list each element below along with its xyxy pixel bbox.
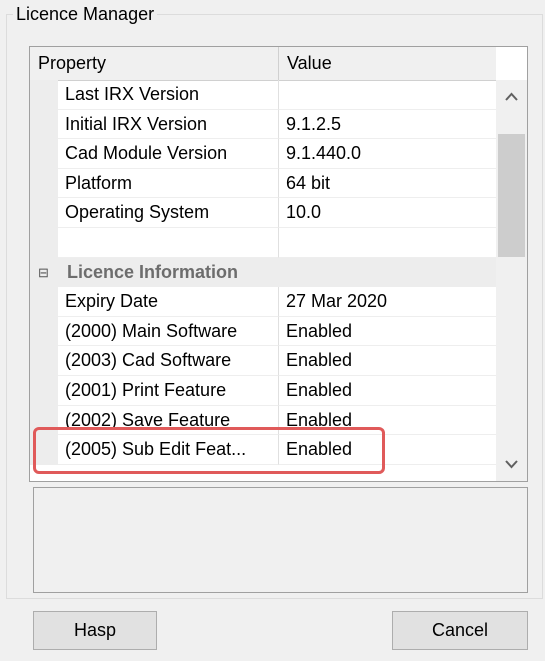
property-cell: (2005) Sub Edit Feat...	[58, 435, 279, 465]
property-cell: (2001) Print Feature	[58, 375, 279, 406]
value-cell: Enabled	[279, 406, 496, 436]
property-cell: (2002) Save Feature	[58, 405, 279, 436]
row-gutter	[30, 109, 58, 140]
value-cell: 9.1.440.0	[279, 139, 496, 169]
grid-row[interactable]: (2001) Print Feature Enabled	[30, 375, 496, 406]
property-cell: Operating System	[58, 198, 279, 228]
value-cell	[279, 228, 496, 258]
row-gutter	[30, 80, 58, 110]
row-gutter	[30, 227, 58, 258]
cancel-button[interactable]: Cancel	[392, 611, 528, 650]
chevron-up-icon[interactable]	[496, 80, 527, 113]
row-gutter	[30, 316, 58, 347]
grid-row[interactable]: (2003) Cad Software Enabled	[30, 346, 496, 376]
row-gutter	[30, 168, 58, 199]
grid-header: Property Value	[30, 47, 496, 81]
row-gutter	[30, 198, 58, 228]
grid-row[interactable]: (2000) Main Software Enabled	[30, 316, 496, 347]
value-cell: 10.0	[279, 198, 496, 228]
row-gutter	[30, 375, 58, 406]
property-cell: Initial IRX Version	[58, 109, 279, 140]
value-cell: 64 bit	[279, 169, 496, 199]
row-gutter	[30, 346, 58, 376]
value-cell: 9.1.2.5	[279, 110, 496, 140]
collapse-icon[interactable]: ⊟	[38, 258, 49, 287]
category-label: Licence Information	[67, 261, 239, 282]
grid-row-selected[interactable]: (2005) Sub Edit Feat... Enabled	[30, 435, 496, 465]
chevron-down-icon[interactable]	[496, 448, 527, 481]
grid-row[interactable]: Platform 64 bit	[30, 168, 496, 199]
property-cell: Platform	[58, 168, 279, 199]
property-cell: (2003) Cad Software	[58, 346, 279, 376]
grid-row[interactable]: Expiry Date 27 Mar 2020	[30, 287, 496, 317]
category-row-licence-information[interactable]: ⊟ Licence Information	[30, 257, 496, 288]
row-gutter	[30, 405, 58, 436]
grid-row[interactable]	[30, 227, 496, 258]
property-grid[interactable]: Property Value Last IRX Version Initial …	[29, 46, 528, 482]
row-gutter	[30, 139, 58, 169]
scrollbar-thumb[interactable]	[498, 134, 525, 257]
row-gutter	[30, 287, 58, 317]
value-cell: 27 Mar 2020	[279, 287, 496, 317]
value-cell: Enabled	[279, 376, 496, 406]
description-panel	[33, 487, 528, 593]
column-header-value[interactable]: Value	[279, 47, 496, 80]
group-title: Licence Manager	[13, 4, 158, 25]
property-cell: Cad Module Version	[58, 139, 279, 169]
grid-row[interactable]: Last IRX Version	[30, 80, 496, 110]
grid-row[interactable]: (2002) Save Feature Enabled	[30, 405, 496, 436]
grid-row[interactable]: Initial IRX Version 9.1.2.5	[30, 109, 496, 140]
grid-row[interactable]: Operating System 10.0	[30, 198, 496, 228]
grid-rows: Last IRX Version Initial IRX Version 9.1…	[30, 80, 496, 465]
hasp-button[interactable]: Hasp	[33, 611, 157, 650]
row-gutter	[30, 435, 58, 465]
property-cell: Expiry Date	[58, 287, 279, 317]
property-cell	[58, 227, 279, 258]
value-cell: Enabled	[279, 317, 496, 347]
grid-row[interactable]: Cad Module Version 9.1.440.0	[30, 139, 496, 169]
value-cell: Enabled	[279, 435, 496, 465]
property-cell: (2000) Main Software	[58, 316, 279, 347]
value-cell: Enabled	[279, 346, 496, 376]
vertical-scrollbar[interactable]	[496, 80, 527, 481]
property-cell: Last IRX Version	[58, 80, 279, 110]
value-cell	[279, 80, 496, 110]
column-header-property[interactable]: Property	[30, 47, 279, 80]
